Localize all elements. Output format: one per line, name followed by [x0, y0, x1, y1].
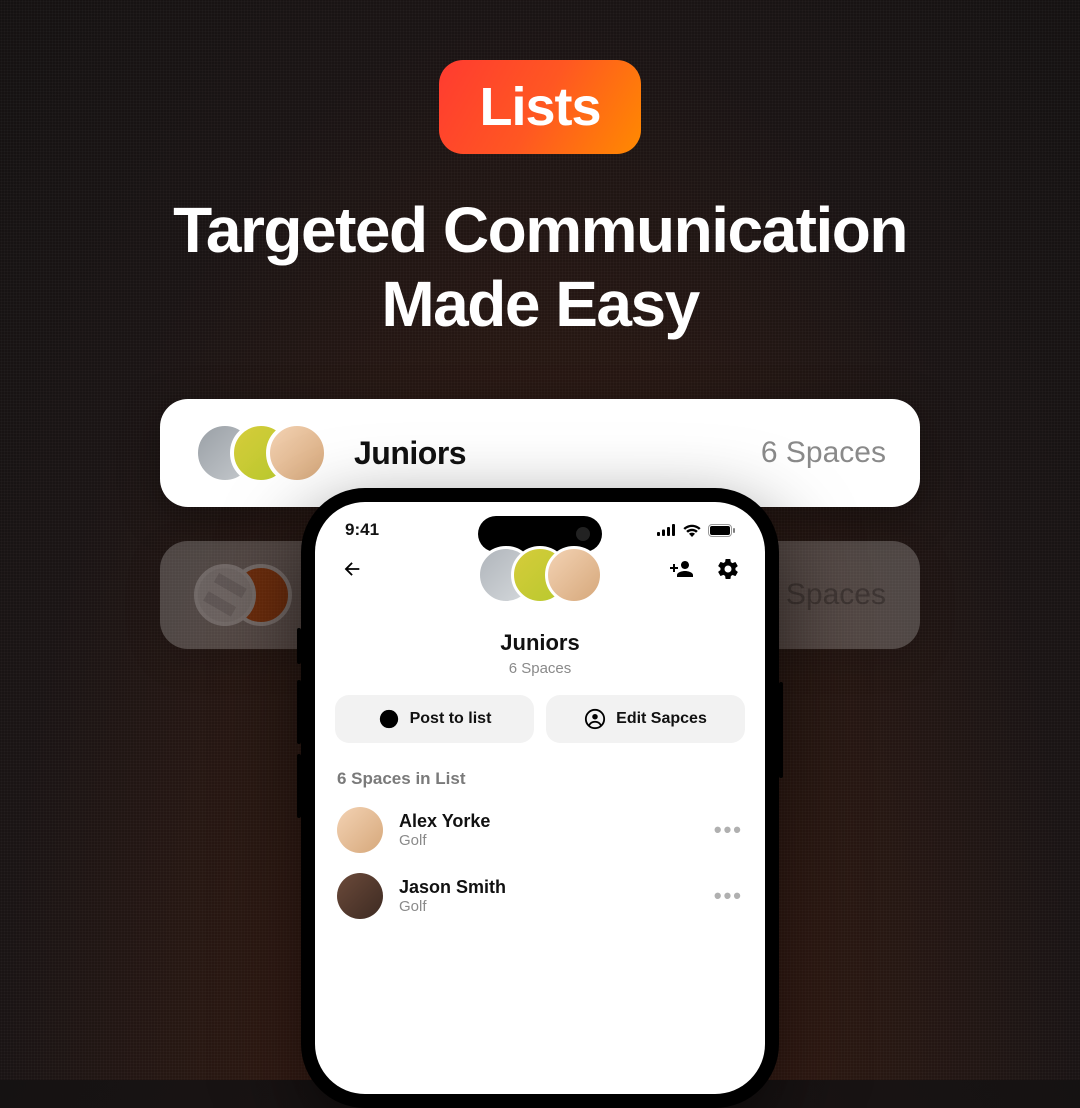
section-header: 6 Spaces in List: [315, 743, 765, 797]
list-card-count: 6 Spaces: [761, 436, 886, 470]
member-name: Alex Yorke: [399, 811, 490, 832]
list-card-title: Juniors: [354, 435, 761, 472]
hero-headline: Targeted Communication Made Easy: [173, 194, 907, 341]
hero-headline-line1: Targeted Communication: [173, 194, 907, 268]
app-bar: [315, 546, 765, 626]
avatar: [545, 546, 603, 604]
list-subtitle: 6 Spaces: [315, 660, 765, 677]
list-avatar-stack: [477, 546, 603, 604]
member-role: Golf: [399, 898, 506, 915]
avatar: [194, 564, 256, 626]
add-person-button[interactable]: [667, 554, 697, 584]
post-to-list-button[interactable]: Post to list: [335, 695, 534, 743]
member-row[interactable]: Jason Smith Golf •••: [315, 863, 765, 929]
status-time: 9:41: [345, 520, 379, 540]
avatar: [337, 807, 383, 853]
camera-icon: [378, 708, 400, 730]
edit-spaces-button[interactable]: Edit Sapces: [546, 695, 745, 743]
hero-headline-line2: Made Easy: [173, 268, 907, 342]
battery-icon: [708, 524, 735, 537]
more-button[interactable]: •••: [714, 883, 743, 909]
list-title: Juniors: [315, 630, 765, 656]
more-button[interactable]: •••: [714, 817, 743, 843]
member-name: Jason Smith: [399, 877, 506, 898]
hero-badge: Lists: [439, 60, 640, 154]
avatar-stack: [194, 422, 328, 484]
settings-button[interactable]: [713, 554, 743, 584]
wifi-icon: [683, 524, 701, 537]
member-row[interactable]: Alex Yorke Golf •••: [315, 797, 765, 863]
list-card-count: Spaces: [786, 578, 886, 612]
signal-icon: [657, 524, 676, 536]
edit-spaces-label: Edit Sapces: [616, 710, 707, 728]
person-circle-icon: [584, 708, 606, 730]
avatar: [266, 422, 328, 484]
post-to-list-label: Post to list: [410, 710, 492, 728]
avatar-stack: [194, 564, 292, 626]
back-button[interactable]: [337, 554, 367, 584]
avatar: [337, 873, 383, 919]
phone-mockup: 9:41: [301, 488, 779, 1108]
member-role: Golf: [399, 832, 490, 849]
